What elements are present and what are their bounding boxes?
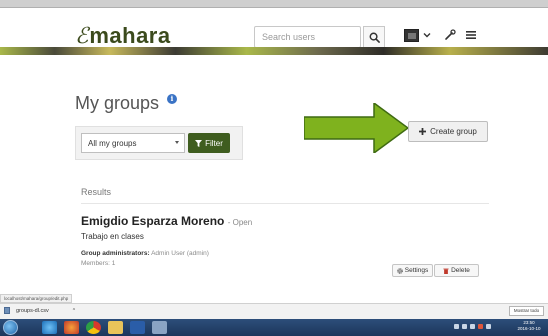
chevron-down-icon[interactable] <box>422 30 432 40</box>
admins-label: Group administrators: <box>81 250 150 257</box>
info-icon[interactable]: i <box>167 94 177 104</box>
delete-label: Delete <box>451 267 470 274</box>
group-description: Trabajo en clases <box>81 232 144 241</box>
tray-battery-icon[interactable] <box>470 324 475 329</box>
search-input[interactable]: Search users <box>254 26 361 48</box>
create-group-label: Create group <box>430 127 477 136</box>
chevron-up-icon[interactable]: ^ <box>73 308 75 314</box>
ie-icon[interactable] <box>42 321 57 334</box>
annotation-arrow-icon <box>304 103 408 153</box>
select-caret-icon <box>175 141 179 144</box>
group-filter-select[interactable]: All my groups <box>81 133 185 153</box>
results-divider <box>81 203 489 204</box>
plus-icon <box>419 128 427 135</box>
group-admins: Group administrators: Admin User (admin) <box>81 250 209 257</box>
page-title: My groups <box>75 93 160 113</box>
taskbar-clock[interactable]: 23:50 2016-10-10 <box>512 320 546 332</box>
menu-icon[interactable] <box>464 28 478 42</box>
header-decorative-band <box>0 47 548 55</box>
tray-volume-icon[interactable] <box>486 324 491 329</box>
mahara-logo[interactable]: ℰ mahara <box>75 22 171 50</box>
search-icon <box>369 32 380 43</box>
app-icon[interactable] <box>152 321 167 334</box>
settings-label: Settings <box>404 267 429 274</box>
user-avatar[interactable] <box>404 29 419 42</box>
admin-user-link[interactable]: Admin User (admin) <box>151 250 209 257</box>
tray-network-icon[interactable] <box>462 324 467 329</box>
clock-date: 2016-10-10 <box>517 326 541 331</box>
group-status: - Open <box>227 218 253 227</box>
filter-icon <box>195 139 203 147</box>
results-heading: Results <box>81 187 112 197</box>
logo-mark: ℰ <box>75 23 89 49</box>
file-icon <box>4 307 10 314</box>
download-filename: groups-dl.csv <box>16 307 49 314</box>
create-group-button[interactable]: Create group <box>408 121 488 142</box>
browser-window: ℰ mahara Search users My groups i All my… <box>0 0 548 336</box>
show-all-downloads-button[interactable]: Mostrar todo <box>509 306 544 316</box>
filter-button[interactable]: Filter <box>188 133 230 153</box>
tray-alert-icon[interactable] <box>478 324 483 329</box>
group-members: Members: 1 <box>81 260 116 267</box>
search-button[interactable] <box>363 26 385 48</box>
group-name-link[interactable]: Emigdio Esparza Moreno <box>81 214 224 228</box>
gear-icon <box>397 267 403 274</box>
wrench-icon[interactable] <box>443 28 457 42</box>
start-button-icon[interactable] <box>3 320 18 335</box>
filter-button-label: Filter <box>205 138 223 148</box>
tray-flag-icon[interactable] <box>454 324 459 329</box>
folder-icon[interactable] <box>108 321 123 334</box>
chrome-icon[interactable] <box>86 321 101 334</box>
word-icon[interactable] <box>130 321 145 334</box>
delete-button[interactable]: Delete <box>434 264 479 277</box>
system-tray <box>454 322 510 331</box>
logo-text: mahara <box>89 23 171 48</box>
status-bar-url: localhost/mahara/group/edit.php <box>0 294 73 303</box>
firefox-icon[interactable] <box>64 321 79 334</box>
group-title: Emigdio Esparza Moreno - Open <box>81 214 252 228</box>
settings-button[interactable]: Settings <box>392 264 433 277</box>
window-top-strip <box>0 0 548 8</box>
download-bar <box>0 303 548 319</box>
download-item[interactable]: groups-dl.csv ^ <box>4 307 75 314</box>
trash-icon <box>443 268 449 274</box>
